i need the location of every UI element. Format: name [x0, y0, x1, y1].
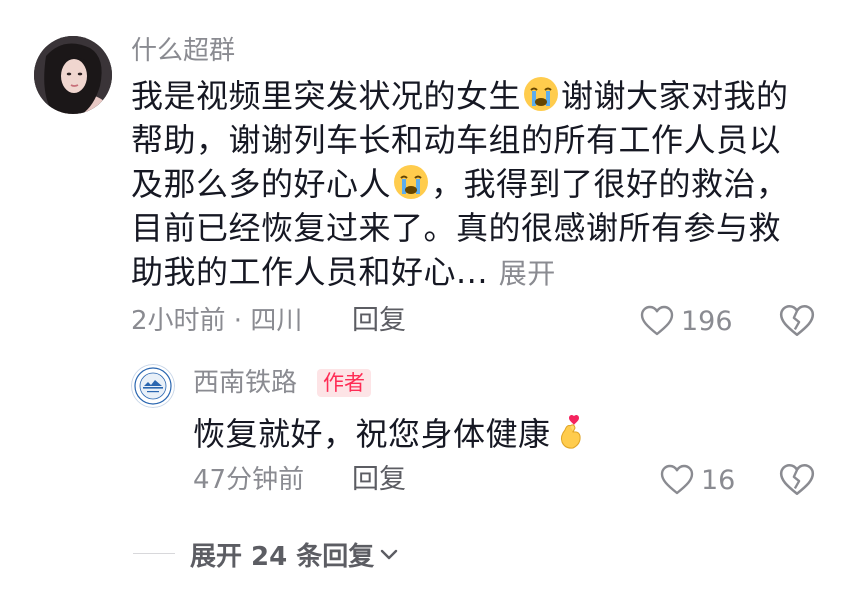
- reply-dislike-button[interactable]: [778, 461, 816, 499]
- avatar[interactable]: [34, 36, 112, 114]
- heart-icon: [660, 464, 694, 495]
- reply-avatar[interactable]: [131, 364, 175, 408]
- comment-like-button[interactable]: 196: [639, 302, 733, 340]
- comment-username[interactable]: 什么超群: [131, 34, 235, 68]
- reply-like-button[interactable]: 16: [659, 461, 735, 499]
- author-badge: 作者: [317, 369, 371, 397]
- comment-dislike-button[interactable]: [778, 302, 816, 340]
- railway-logo-icon: [131, 364, 175, 408]
- broken-heart-icon: [779, 463, 815, 495]
- finger-heart-emoji-icon: [553, 414, 589, 450]
- comment-text-part-1: 我是视频里突发状况的女生: [131, 77, 522, 115]
- comment-reply-button[interactable]: 回复: [352, 304, 406, 338]
- broken-heart-icon: [779, 304, 815, 336]
- crying-face-emoji-icon: [523, 76, 559, 112]
- reply-reply-button[interactable]: 回复: [352, 463, 406, 497]
- reply-username[interactable]: 西南铁路: [193, 366, 297, 400]
- avatar-image: [34, 36, 112, 114]
- reply-text-content: 恢复就好，祝您身体健康: [193, 415, 551, 453]
- heart-icon: [640, 305, 674, 336]
- reply-time: 47分钟前: [193, 465, 305, 495]
- chevron-down-icon: [381, 549, 398, 560]
- expand-comment-link[interactable]: 展开: [499, 257, 556, 290]
- comment-like-count: 196: [681, 305, 733, 337]
- comment-time-location: 2小时前 · 四川: [131, 306, 303, 336]
- expand-replies-label: 展开 24 条回复: [190, 541, 375, 572]
- reply-text: 恢复就好，祝您身体健康: [193, 412, 591, 456]
- crying-face-emoji-icon: [393, 164, 429, 200]
- reply-like-count: 16: [701, 464, 736, 496]
- expand-replies-button[interactable]: 展开 24 条回复: [190, 536, 400, 572]
- comment-text: 我是视频里突发状况的女生 谢谢大家对我的帮助，谢谢列车长和动车组的所有工作人员以…: [131, 74, 811, 296]
- divider-line: [133, 553, 175, 554]
